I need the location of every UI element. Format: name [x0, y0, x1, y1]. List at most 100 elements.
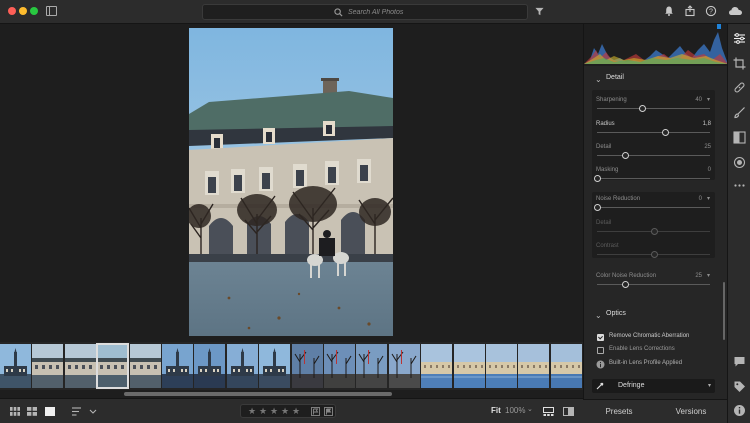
color-noise-reduction-value[interactable]: 25: [695, 273, 702, 279]
histogram: [584, 24, 728, 66]
filmstrip-thumbnail[interactable]: [551, 344, 582, 388]
nr-contrast-label: Contrast: [596, 243, 619, 249]
more-options-icon[interactable]: [733, 179, 746, 192]
linear-gradient-icon[interactable]: [733, 131, 746, 144]
share-icon[interactable]: [684, 5, 696, 17]
rating-star-3[interactable]: ★: [270, 406, 278, 417]
radius-value[interactable]: 1,8: [703, 121, 711, 127]
minimize-window-button[interactable]: [19, 7, 27, 15]
panel-scrollbar[interactable]: [723, 282, 725, 340]
filter-icon[interactable]: [535, 7, 544, 16]
filmstrip-scroll-thumb[interactable]: [124, 392, 392, 396]
defringe-row[interactable]: Defringe ▾: [592, 379, 715, 393]
sharpening-slider[interactable]: Sharpening 40 ▾: [596, 96, 714, 118]
detail-section-header[interactable]: ⌄ Detail: [584, 71, 728, 87]
filmstrip-thumbnail[interactable]: [130, 344, 161, 388]
filmstrip-thumbnail[interactable]: [0, 344, 31, 388]
noise-reduction-caret-icon[interactable]: ▾: [707, 195, 710, 202]
filmstrip-thumbnail[interactable]: [32, 344, 63, 388]
sort-icon[interactable]: [72, 407, 86, 416]
enable-lens-corrections-checkbox[interactable]: Enable Lens Corrections: [596, 346, 716, 357]
zoom-window-button[interactable]: [30, 7, 38, 15]
lightroom-window: ?: [0, 0, 750, 423]
compare-view-icon[interactable]: [563, 407, 574, 416]
bell-icon[interactable]: [663, 5, 675, 17]
main-photo[interactable]: [189, 28, 393, 336]
healing-brush-icon[interactable]: [733, 81, 746, 94]
sidebar-toggle-icon[interactable]: [46, 6, 57, 16]
presets-button[interactable]: Presets: [583, 400, 655, 423]
color-noise-caret-icon[interactable]: ▾: [707, 272, 710, 279]
cloud-sync-icon[interactable]: [728, 5, 743, 17]
filmstrip-thumbnail[interactable]: [259, 344, 290, 388]
filmstrip-thumbnail[interactable]: [389, 344, 420, 388]
rating-star-1[interactable]: ★: [248, 406, 256, 417]
chevron-down-icon[interactable]: [89, 407, 97, 416]
filmstrip-scrollbar[interactable]: [0, 390, 583, 398]
remove-chromatic-aberration-checkbox[interactable]: Remove Chromatic Aberration: [596, 333, 716, 344]
filmstrip-thumbnail[interactable]: [194, 344, 225, 388]
slider-track: [597, 155, 710, 156]
slider-knob[interactable]: [639, 105, 647, 112]
defringe-caret-icon[interactable]: ▾: [708, 382, 711, 389]
filmstrip-thumbnail[interactable]: [292, 344, 323, 388]
pick-flag-icon[interactable]: [311, 407, 320, 416]
detail-value[interactable]: 25: [704, 144, 711, 150]
sharpening-caret-icon[interactable]: ▾: [707, 96, 710, 103]
masking-value[interactable]: 0: [708, 167, 711, 173]
detail-slider[interactable]: Detail 25: [596, 143, 714, 165]
noise-reduction-value[interactable]: 0: [699, 196, 702, 202]
sharpening-value[interactable]: 40: [695, 97, 702, 103]
fit-zoom-option[interactable]: Fit: [491, 406, 501, 415]
filmstrip-thumbnail[interactable]: [518, 344, 549, 388]
color-noise-reduction-slider[interactable]: Color Noise Reduction 25 ▾: [596, 272, 714, 294]
rating-star-5[interactable]: ★: [292, 406, 300, 417]
comment-icon[interactable]: [733, 355, 746, 368]
slider-knob[interactable]: [622, 281, 630, 288]
search-icon: [334, 8, 343, 17]
checkbox-checked[interactable]: [597, 334, 604, 341]
slider-knob[interactable]: [594, 175, 601, 182]
checkbox-unchecked[interactable]: [597, 347, 604, 354]
radial-gradient-icon[interactable]: [733, 156, 746, 169]
filmstrip-thumbnail[interactable]: [96, 343, 129, 389]
eyedropper-icon[interactable]: [596, 382, 604, 390]
filmstrip-thumbnail[interactable]: [421, 344, 452, 388]
filmstrip-thumbnail[interactable]: [356, 344, 387, 388]
grid-view-icon[interactable]: [10, 407, 20, 416]
rating-star-4[interactable]: ★: [281, 406, 289, 417]
filmstrip-thumbnail[interactable]: [454, 344, 485, 388]
filmstrip-thumbnail[interactable]: [486, 344, 517, 388]
brush-icon[interactable]: [733, 106, 746, 119]
masking-slider[interactable]: Masking 0: [594, 166, 714, 188]
slider-knob[interactable]: [661, 129, 669, 136]
zoom-chevron-icon[interactable]: ⌄: [527, 405, 533, 413]
search-input[interactable]: [348, 6, 518, 19]
info-panel-icon[interactable]: [733, 404, 746, 417]
slider-knob: [650, 251, 658, 258]
filmstrip-toggle-icon[interactable]: [543, 407, 554, 416]
crop-icon[interactable]: [733, 57, 746, 70]
help-icon[interactable]: ?: [705, 5, 717, 17]
radius-slider[interactable]: Radius 1,8: [596, 120, 714, 142]
reject-flag-icon[interactable]: [324, 407, 333, 416]
zoom-100-option[interactable]: 100%: [505, 406, 525, 415]
noise-reduction-label: Noise Reduction: [596, 196, 641, 202]
tag-icon[interactable]: [733, 380, 746, 393]
rating-star-2[interactable]: ★: [259, 406, 267, 417]
search-bar[interactable]: [202, 4, 528, 20]
edit-sliders-icon[interactable]: [733, 32, 746, 45]
close-window-button[interactable]: [8, 7, 16, 15]
filmstrip-thumbnail[interactable]: [162, 344, 193, 388]
slider-knob[interactable]: [622, 152, 630, 159]
filmstrip-thumbnail[interactable]: [65, 344, 96, 388]
square-grid-icon[interactable]: [27, 407, 37, 416]
filmstrip-thumbnail[interactable]: [227, 344, 258, 388]
versions-button[interactable]: Versions: [655, 400, 727, 423]
enable-lens-corrections-label: Enable Lens Corrections: [609, 346, 675, 352]
filmstrip-thumbnail[interactable]: [324, 344, 355, 388]
optics-section-header[interactable]: ⌄ Optics: [584, 307, 728, 323]
noise-reduction-slider[interactable]: Noise Reduction 0 ▾: [594, 195, 714, 217]
detail-view-icon[interactable]: [45, 407, 55, 416]
slider-knob[interactable]: [594, 204, 601, 211]
